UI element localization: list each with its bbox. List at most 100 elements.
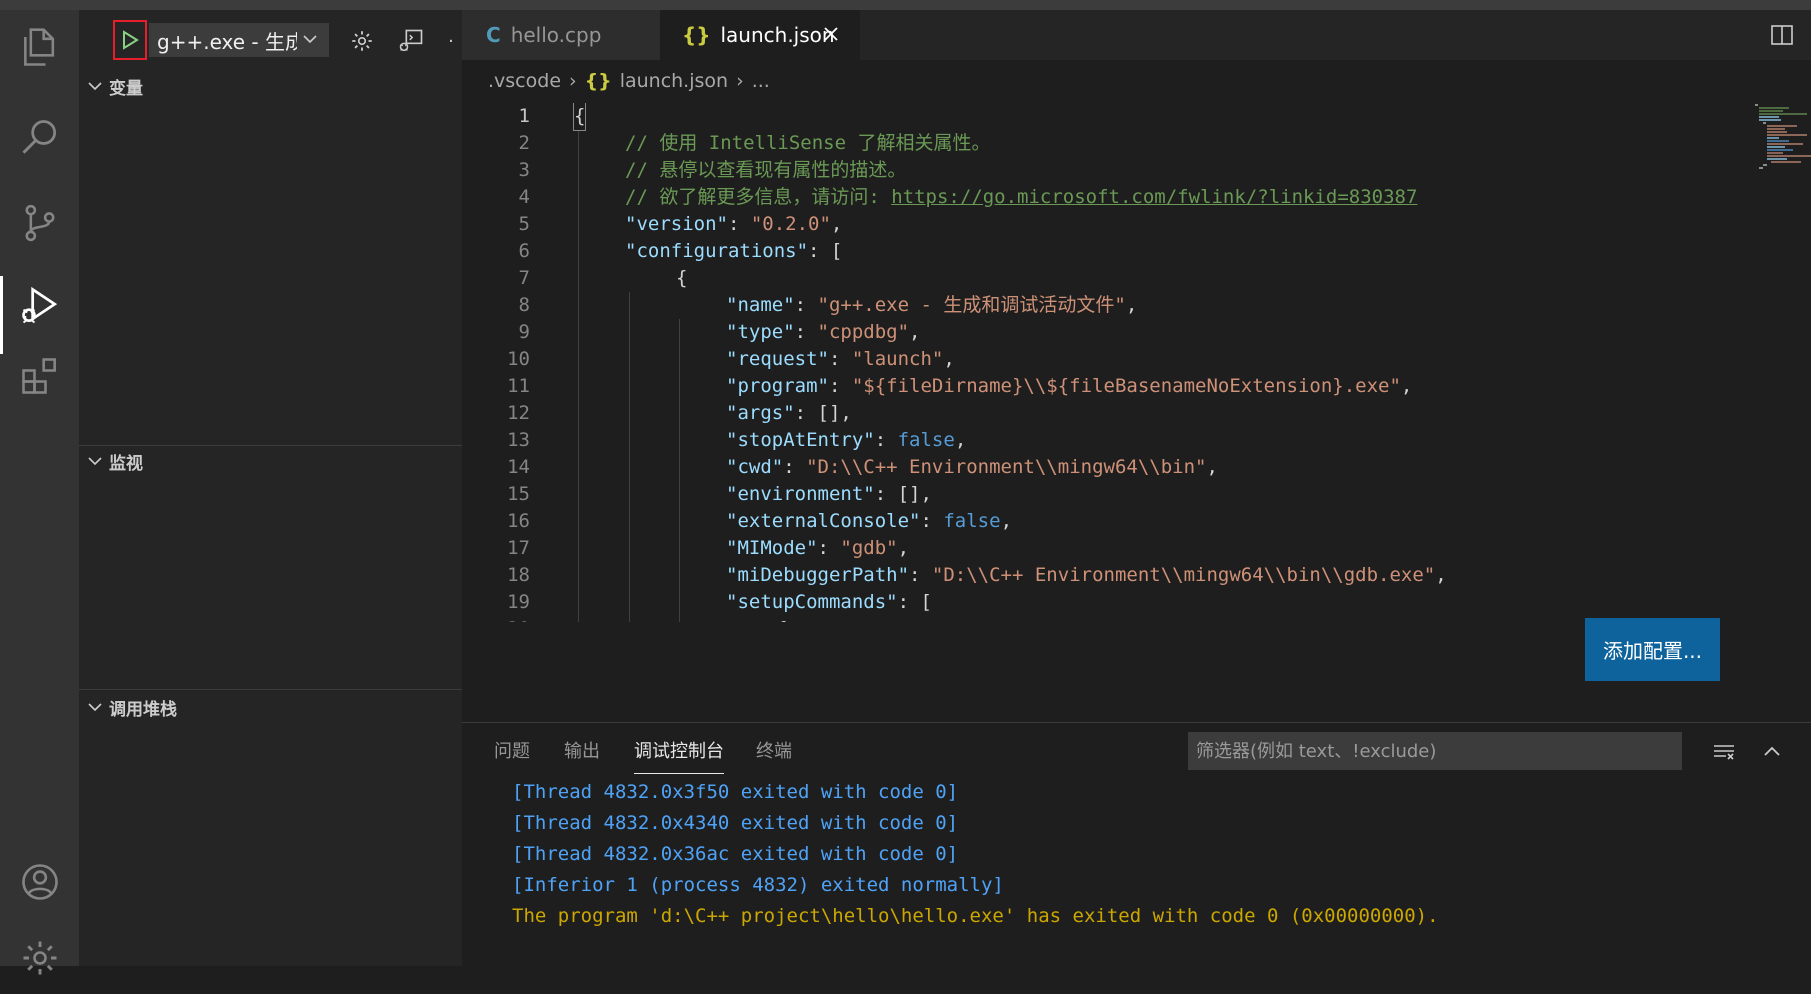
activity-explorer[interactable] bbox=[0, 12, 79, 84]
breadcrumb-folder[interactable]: .vscode bbox=[488, 70, 561, 92]
punct: , bbox=[830, 213, 843, 235]
activity-extensions[interactable] bbox=[0, 340, 79, 412]
json-string: "launch" bbox=[851, 348, 944, 370]
activity-accounts[interactable] bbox=[0, 846, 79, 918]
code-editor[interactable]: 1{ 2// 使用 IntelliSense 了解相关属性。 3// 悬停以查看… bbox=[462, 103, 1811, 622]
chevron-up-icon bbox=[1764, 746, 1780, 756]
extensions-icon bbox=[21, 358, 56, 394]
line-number: 8 bbox=[518, 294, 530, 316]
chevron-down-icon bbox=[88, 82, 102, 91]
punct: [ bbox=[920, 591, 932, 613]
punct: [ bbox=[830, 240, 843, 262]
line-number: 16 bbox=[507, 510, 530, 532]
json-key: "miDebuggerPath" bbox=[726, 564, 910, 586]
minimap[interactable] bbox=[1749, 103, 1811, 173]
punct: : bbox=[828, 348, 852, 370]
breadcrumb-more[interactable]: ... bbox=[752, 70, 770, 92]
section-call-stack[interactable]: 调用堆栈 bbox=[79, 692, 462, 722]
punct: : bbox=[794, 402, 818, 424]
tab-hello-cpp[interactable]: C hello.cpp bbox=[462, 10, 660, 60]
tab-launch-json[interactable]: {} launch.json bbox=[660, 10, 860, 60]
json-key: "type" bbox=[726, 321, 795, 343]
open-launch-json-button[interactable] bbox=[347, 26, 377, 56]
punct: : bbox=[874, 483, 898, 505]
maximize-panel-button[interactable] bbox=[1757, 737, 1787, 767]
code-line: 13 "stopAtEntry": false, bbox=[462, 427, 1811, 454]
gear-icon bbox=[23, 941, 56, 975]
play-icon bbox=[123, 30, 139, 50]
split-editor-icon[interactable] bbox=[1769, 22, 1795, 48]
punct: : bbox=[808, 240, 831, 262]
account-icon bbox=[21, 864, 58, 900]
start-debugging-button[interactable] bbox=[113, 20, 147, 60]
console-line: [Thread 4832.0x3f50 exited with code 0] bbox=[512, 781, 959, 803]
activity-manage[interactable] bbox=[0, 922, 79, 994]
code-text: "miDebuggerPath": "D:\\C++ Environment\\… bbox=[726, 562, 1447, 589]
comment: // 使用 IntelliSense 了解相关属性。 bbox=[625, 132, 991, 154]
json-string: "g++.exe - 生成和调试活动文件" bbox=[817, 294, 1126, 316]
clear-console-button[interactable] bbox=[1709, 737, 1739, 767]
debug-console-button[interactable] bbox=[396, 26, 426, 56]
debug-toolbar: g++.exe - 生成和调试活动文件 · bbox=[79, 10, 462, 70]
tab-label: launch.json bbox=[720, 23, 835, 47]
code-text: "environment": [], bbox=[726, 481, 932, 508]
line-number: 1 bbox=[518, 105, 530, 127]
code-line: 10 "request": "launch", bbox=[462, 346, 1811, 373]
line-number: 18 bbox=[507, 564, 530, 586]
code-line: 6 "configurations": [ bbox=[462, 238, 1811, 265]
punct: , bbox=[920, 483, 932, 505]
code-text: "externalConsole": false, bbox=[726, 508, 1012, 535]
punct: : bbox=[783, 456, 807, 478]
panel-tab-terminal[interactable]: 终端 bbox=[756, 737, 792, 767]
activity-run-debug[interactable] bbox=[0, 270, 79, 354]
line-number: 2 bbox=[518, 132, 530, 154]
line-number: 11 bbox=[507, 375, 530, 397]
debug-config-label: g++.exe - 生成和调试活动文件 bbox=[157, 29, 297, 54]
chevron-right-icon: › bbox=[569, 70, 577, 92]
title-bar bbox=[0, 0, 1811, 10]
line-number: 13 bbox=[507, 429, 530, 451]
punct: , bbox=[909, 321, 921, 343]
code-text: { bbox=[572, 103, 587, 131]
debug-config-select[interactable]: g++.exe - 生成和调试活动文件 bbox=[149, 23, 329, 57]
punct: , bbox=[1000, 510, 1013, 532]
line-number: 9 bbox=[518, 321, 530, 343]
ellipsis-icon: · bbox=[448, 30, 454, 52]
activity-search[interactable] bbox=[0, 102, 79, 174]
section-title: 调用堆栈 bbox=[109, 699, 177, 720]
code-line: 19 "setupCommands": [ bbox=[462, 589, 1811, 616]
debug-console-icon bbox=[399, 29, 423, 52]
punct: : bbox=[920, 510, 944, 532]
code-line: 11 "program": "${fileDirname}\\${fileBase… bbox=[462, 373, 1811, 400]
line-number: 20 bbox=[462, 616, 530, 622]
section-variables[interactable]: 变量 bbox=[79, 71, 462, 101]
punct: : bbox=[897, 591, 921, 613]
debug-console-output[interactable]: [Thread 4832.0x3f50 exited with code 0] … bbox=[462, 775, 1811, 967]
code-text: { bbox=[676, 267, 688, 289]
gear-icon bbox=[352, 31, 372, 51]
breadcrumb-file[interactable]: launch.json bbox=[620, 70, 728, 92]
panel-tab-problems[interactable]: 问题 bbox=[494, 737, 530, 767]
json-string: "${fileDirname}\\${fileBasenameNoExtensi… bbox=[851, 375, 1401, 397]
panel-tab-debug-console[interactable]: 调试控制台 bbox=[634, 737, 724, 774]
comment-link[interactable]: https://go.microsoft.com/fwlink/?linkid=… bbox=[891, 186, 1417, 208]
comment: // 欲了解更多信息，请访问: bbox=[625, 186, 892, 208]
json-key: "request" bbox=[726, 348, 829, 370]
code-text: "program": "${fileDirname}\\${fileBasena… bbox=[726, 373, 1412, 400]
chevron-right-icon: › bbox=[736, 70, 744, 92]
section-watch[interactable]: 监视 bbox=[79, 446, 462, 476]
close-icon[interactable] bbox=[820, 23, 842, 45]
activity-source-control[interactable] bbox=[0, 187, 79, 259]
console-filter-input[interactable] bbox=[1188, 732, 1682, 770]
code-text: "request": "launch", bbox=[726, 346, 955, 373]
json-string: "D:\\C++ Environment\\mingw64\\bin\\gdb.… bbox=[931, 564, 1436, 586]
punct: : bbox=[817, 537, 841, 559]
json-key: "version" bbox=[625, 213, 728, 235]
add-configuration-button[interactable]: 添加配置... bbox=[1585, 618, 1720, 681]
comment: // 悬停以查看现有属性的描述。 bbox=[625, 159, 907, 181]
more-actions-button[interactable]: · bbox=[444, 26, 458, 56]
panel-tab-output[interactable]: 输出 bbox=[564, 737, 600, 767]
debug-sidebar: g++.exe - 生成和调试活动文件 · 变量 监视 调用堆栈 bbox=[79, 10, 462, 966]
section-title: 监视 bbox=[109, 453, 143, 474]
files-icon bbox=[23, 28, 54, 66]
